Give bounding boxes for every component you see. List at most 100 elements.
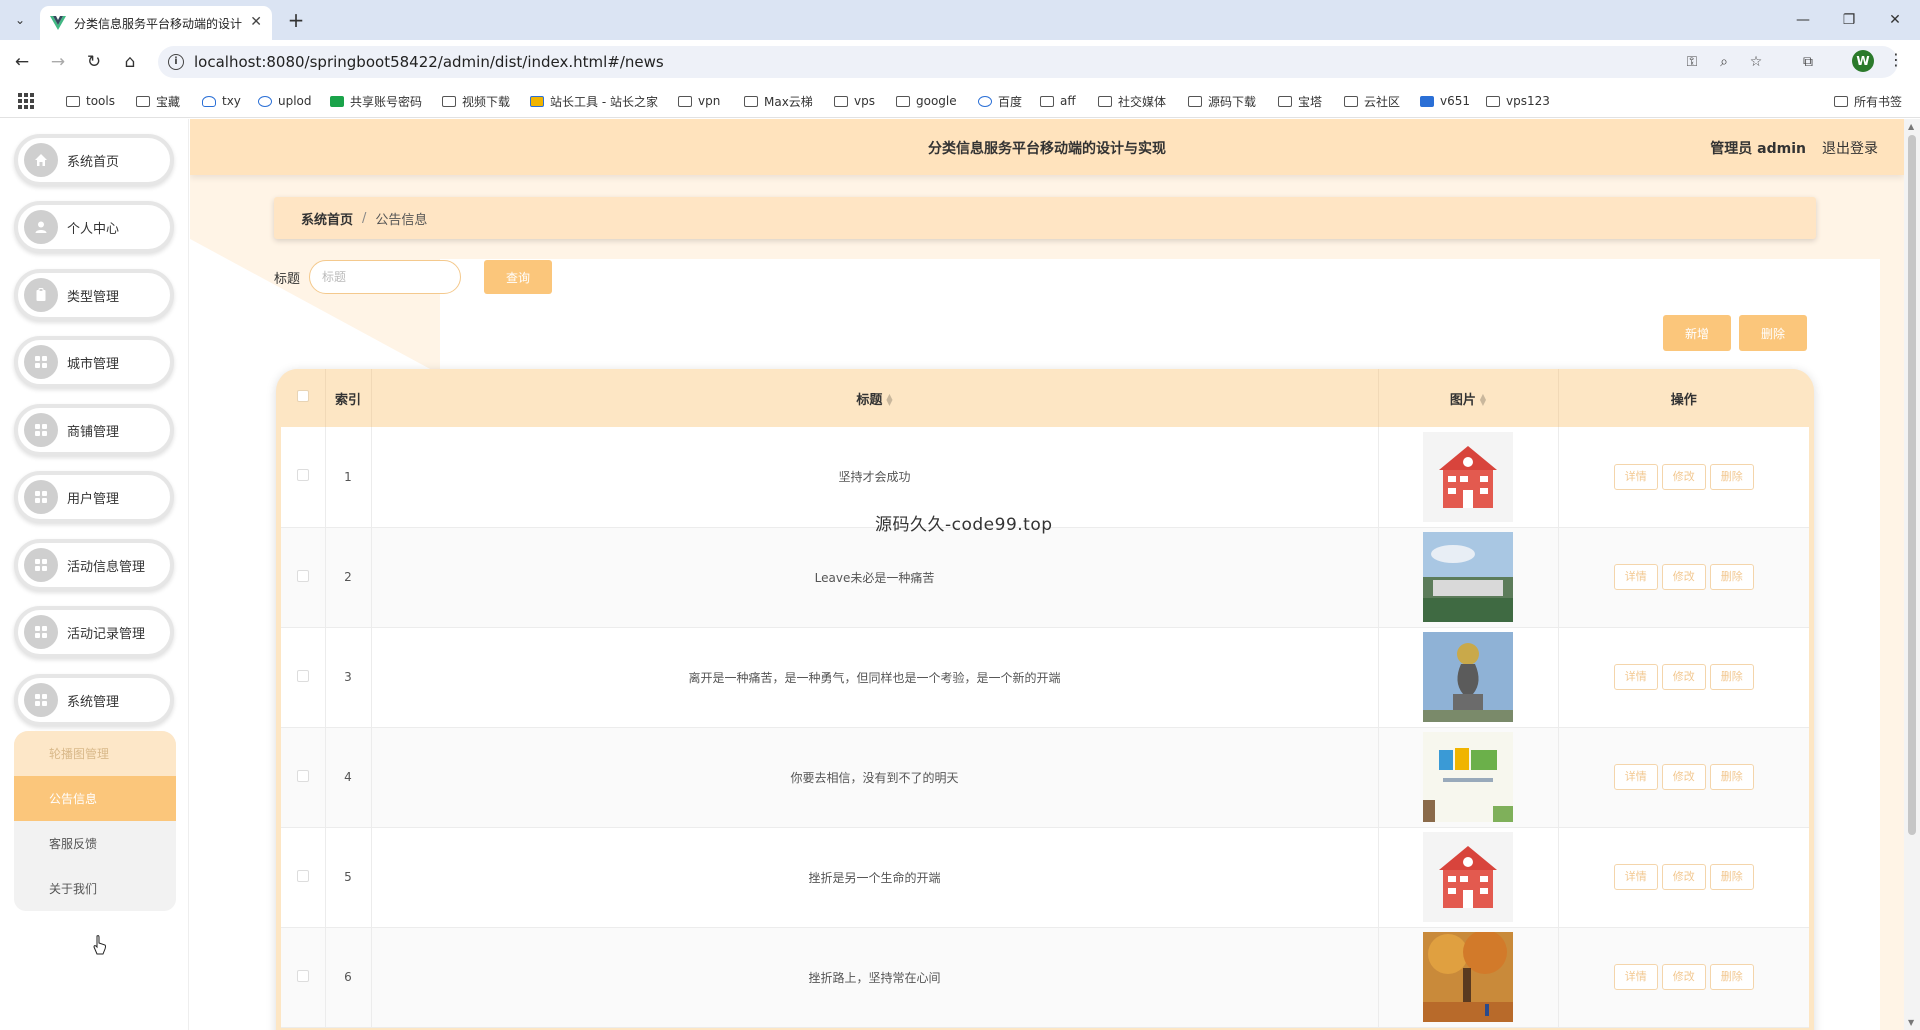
delete-button[interactable]: 删除 [1709, 864, 1754, 890]
bookmark-item[interactable]: aff [1040, 92, 1076, 110]
browser-tab[interactable]: 分类信息服务平台移动端的设计 ✕ [40, 6, 272, 40]
sidebar-item-types[interactable]: 类型管理 [14, 269, 174, 321]
bookmark-item[interactable]: 宝藏 [136, 92, 180, 110]
all-bookmarks[interactable]: 所有书签 [1834, 92, 1902, 110]
detail-button[interactable]: 详情 [1613, 964, 1658, 990]
sidebar-item-cities[interactable]: 城市管理 [14, 336, 174, 388]
bookmark-item[interactable]: Max云梯 [744, 92, 813, 110]
submenu-item-feedback[interactable]: 客服反馈 [14, 821, 176, 866]
study-poster-image[interactable] [1423, 732, 1513, 822]
column-image[interactable]: 图片 ▲ ▼ [1377, 369, 1558, 427]
delete-button[interactable]: 删除 [1709, 564, 1754, 590]
edit-button[interactable]: 修改 [1661, 664, 1706, 690]
detail-button[interactable]: 详情 [1613, 664, 1658, 690]
row-checkbox[interactable] [296, 569, 309, 582]
bookmark-item[interactable]: 源码下载 [1188, 92, 1256, 110]
edit-button[interactable]: 修改 [1661, 463, 1706, 490]
folder-icon [1278, 95, 1292, 107]
back-icon[interactable]: ← [10, 50, 34, 74]
bookmark-item[interactable]: tools [66, 92, 115, 110]
autumn-tree-image[interactable] [1423, 932, 1513, 1022]
row-checkbox[interactable] [296, 969, 309, 982]
minimize-icon[interactable]: — [1788, 8, 1818, 32]
delete-button[interactable]: 删除 [1709, 764, 1754, 790]
submenu-item-carousel[interactable]: 轮播图管理 [14, 731, 176, 776]
sidebar-item-activity-info[interactable]: 活动信息管理 [14, 539, 174, 591]
forward-icon[interactable]: → [46, 50, 70, 74]
tab-search-chevron-icon[interactable]: ⌄ [8, 8, 32, 32]
delete-button[interactable]: 删除 [1709, 664, 1754, 690]
site-info-icon[interactable]: i [168, 54, 184, 70]
page-scrollbar[interactable]: ▲ ▼ [1904, 119, 1920, 1030]
bookmark-item[interactable]: 云社区 [1344, 92, 1400, 110]
delete-button[interactable]: 删除 [1709, 964, 1754, 990]
edit-button[interactable]: 修改 [1661, 964, 1706, 990]
bookmark-item[interactable]: 站长工具 - 站长之家 [530, 92, 658, 110]
close-tab-icon[interactable]: ✕ [250, 14, 262, 30]
school-building-image[interactable] [1423, 431, 1513, 522]
edit-button[interactable]: 修改 [1661, 864, 1706, 890]
select-all-checkbox[interactable] [296, 390, 309, 402]
batch-delete-button[interactable]: 删除 [1739, 315, 1807, 351]
breadcrumb-home[interactable]: 系统首页 [301, 209, 353, 228]
home-page-icon[interactable]: ⌂ [118, 50, 142, 74]
bookmark-item[interactable]: 视频下载 [442, 92, 510, 110]
bookmark-item[interactable]: 共享账号密码 [330, 92, 422, 110]
sidebar-item-activity-records[interactable]: 活动记录管理 [14, 606, 174, 658]
sidebar-item-profile[interactable]: 个人中心 [14, 201, 174, 253]
zoom-icon[interactable]: ⌕ [1714, 52, 1734, 72]
detail-button[interactable]: 详情 [1613, 764, 1658, 790]
campus-landscape-image[interactable] [1423, 532, 1513, 622]
bookmark-item[interactable]: 社交媒体 [1098, 92, 1166, 110]
sidebar-item-shops[interactable]: 商铺管理 [14, 404, 174, 456]
close-window-icon[interactable]: ✕ [1880, 8, 1910, 32]
sidebar-item-system[interactable]: 系统管理 [14, 674, 174, 726]
column-title[interactable]: 标题 ▲ ▼ [370, 369, 1378, 427]
bookmark-item[interactable]: 宝塔 [1278, 92, 1322, 110]
sort-caret-icon[interactable]: ▲ ▼ [1480, 393, 1486, 407]
bookmark-item[interactable]: vps [834, 92, 875, 110]
bookmark-item[interactable]: google [896, 92, 957, 110]
bookmark-item[interactable]: v651 [1420, 92, 1470, 110]
row-checkbox[interactable] [296, 869, 309, 882]
school-building-image[interactable] [1423, 832, 1513, 922]
scroll-up-icon[interactable]: ▲ [1908, 122, 1914, 131]
sidebar-item-users[interactable]: 用户管理 [14, 471, 174, 523]
globe-sculpture-image[interactable] [1423, 632, 1513, 722]
sort-caret-icon[interactable]: ▲ ▼ [886, 393, 892, 407]
bookmark-item[interactable]: vpn [678, 92, 720, 110]
bookmark-item[interactable]: txy [202, 92, 241, 110]
bookmark-item[interactable]: 百度 [978, 92, 1022, 110]
browser-menu-icon[interactable]: ⋮ [1888, 50, 1904, 69]
url-text[interactable]: localhost:8080/springboot58422/admin/dis… [194, 53, 664, 71]
query-button[interactable]: 查询 [484, 260, 552, 294]
detail-button[interactable]: 详情 [1613, 864, 1658, 890]
bookmark-star-icon[interactable]: ☆ [1746, 52, 1766, 72]
apps-grid-icon[interactable] [18, 93, 34, 109]
add-button[interactable]: 新增 [1663, 315, 1731, 351]
restore-icon[interactable]: ❐ [1834, 8, 1864, 32]
submenu-item-about[interactable]: 关于我们 [14, 866, 176, 911]
scrollbar-thumb[interactable] [1908, 135, 1916, 835]
submenu-item-notices[interactable]: 公告信息 [14, 776, 176, 821]
scroll-down-icon[interactable]: ▼ [1908, 1018, 1914, 1027]
bookmark-item[interactable]: vps123 [1486, 92, 1550, 110]
detail-button[interactable]: 详情 [1613, 463, 1658, 490]
row-checkbox[interactable] [296, 469, 309, 482]
extensions-icon[interactable]: ⧉ [1798, 52, 1818, 72]
title-search-input[interactable] [309, 260, 461, 294]
delete-button[interactable]: 删除 [1709, 463, 1754, 490]
new-tab-icon[interactable]: + [284, 8, 308, 32]
row-checkbox[interactable] [296, 669, 309, 682]
reload-icon[interactable]: ↻ [82, 50, 106, 74]
bookmark-item[interactable]: uplod [258, 92, 312, 110]
url-field[interactable]: i localhost:8080/springboot58422/admin/d… [158, 46, 1898, 78]
row-checkbox[interactable] [296, 769, 309, 782]
edit-button[interactable]: 修改 [1661, 564, 1706, 590]
detail-button[interactable]: 详情 [1613, 564, 1658, 590]
sidebar-item-home[interactable]: 系统首页 [14, 134, 174, 186]
logout-link[interactable]: 退出登录 [1822, 138, 1878, 158]
edit-button[interactable]: 修改 [1661, 764, 1706, 790]
password-key-icon[interactable]: ⚿ [1682, 52, 1702, 72]
profile-avatar[interactable]: W [1852, 50, 1874, 72]
